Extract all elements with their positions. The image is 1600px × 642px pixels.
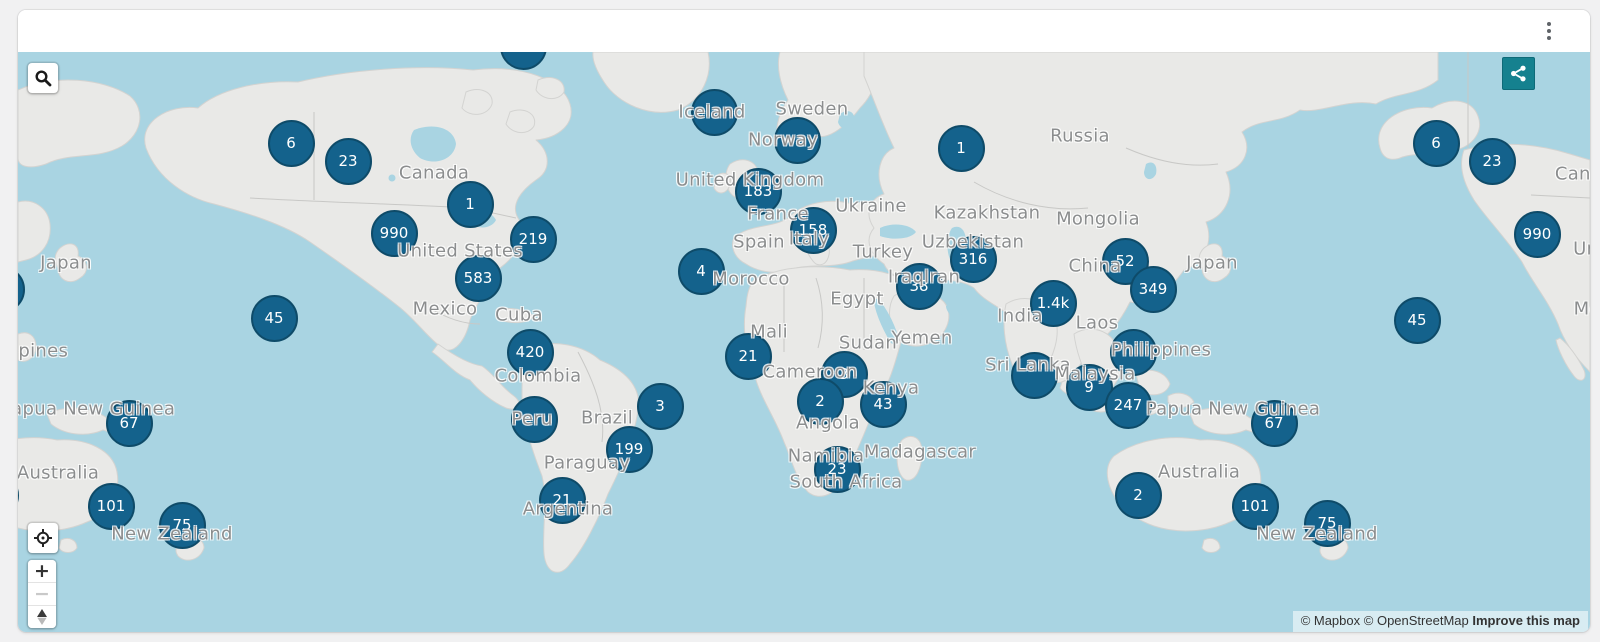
cluster-marker[interactable]: 75 bbox=[1304, 500, 1351, 547]
cluster-marker[interactable]: 4 bbox=[678, 248, 725, 295]
attribution-link-improve[interactable]: Improve this map bbox=[1472, 613, 1580, 628]
cluster-marker[interactable]: 21 bbox=[539, 477, 586, 524]
cluster-marker[interactable]: 45 bbox=[1394, 297, 1441, 344]
share-button[interactable] bbox=[1502, 57, 1535, 90]
cluster-marker[interactable]: 6 bbox=[268, 120, 315, 167]
cluster-marker[interactable]: 6 bbox=[1413, 120, 1460, 167]
cluster-marker[interactable]: 349 bbox=[1130, 266, 1177, 313]
geolocate-button[interactable] bbox=[28, 523, 58, 553]
compass-button[interactable] bbox=[28, 605, 56, 628]
card-header bbox=[18, 10, 1590, 52]
cluster-marker[interactable]: 316 bbox=[950, 236, 997, 283]
share-icon bbox=[1510, 65, 1527, 82]
cluster-marker[interactable]: 67 bbox=[1251, 400, 1298, 447]
cluster-marker[interactable]: 23 bbox=[814, 446, 861, 493]
map-canvas[interactable]: 62399012195834518315841316381.4k52349924… bbox=[18, 52, 1590, 632]
cluster-marker[interactable]: 990 bbox=[371, 210, 418, 257]
cluster-marker[interactable]: 1 bbox=[447, 181, 494, 228]
kebab-menu-button[interactable] bbox=[1538, 18, 1560, 44]
cluster-marker[interactable]: 21 bbox=[725, 333, 772, 380]
cluster-marker[interactable]: 38 bbox=[896, 263, 943, 310]
cluster-marker[interactable]: 583 bbox=[455, 255, 502, 302]
cluster-marker[interactable]: 199 bbox=[606, 426, 653, 473]
cluster-marker[interactable]: 1 bbox=[938, 125, 985, 172]
cluster-marker[interactable] bbox=[1110, 329, 1157, 376]
zoom-out-button[interactable]: − bbox=[28, 582, 56, 605]
cluster-marker[interactable] bbox=[691, 89, 738, 136]
search-button[interactable] bbox=[28, 63, 58, 93]
cluster-marker[interactable]: 420 bbox=[507, 329, 554, 376]
compass-icon bbox=[35, 609, 49, 625]
cluster-marker[interactable]: 990 bbox=[1514, 211, 1561, 258]
cluster-marker[interactable] bbox=[511, 396, 558, 443]
cluster-marker[interactable]: 23 bbox=[1469, 138, 1516, 185]
cluster-marker[interactable]: 2 bbox=[797, 378, 844, 425]
cluster-marker[interactable]: 67 bbox=[106, 400, 153, 447]
cluster-marker[interactable]: 2 bbox=[1115, 472, 1162, 519]
zoom-control: + − bbox=[28, 560, 56, 628]
cluster-marker[interactable] bbox=[774, 117, 821, 164]
cluster-marker[interactable]: 183 bbox=[735, 168, 782, 215]
cluster-marker[interactable]: 23 bbox=[325, 138, 372, 185]
cluster-marker[interactable] bbox=[1011, 352, 1058, 399]
attribution-link-osm[interactable]: © OpenStreetMap bbox=[1364, 613, 1469, 628]
cluster-marker[interactable]: 75 bbox=[159, 502, 206, 549]
cluster-marker[interactable]: 3 bbox=[637, 383, 684, 430]
cluster-marker[interactable]: 1.4k bbox=[1030, 280, 1077, 327]
cluster-marker[interactable]: 247 bbox=[1105, 382, 1152, 429]
map-attribution: © Mapbox © OpenStreetMap Improve this ma… bbox=[1293, 611, 1588, 632]
cluster-marker[interactable]: 101 bbox=[1232, 483, 1279, 530]
attribution-link-mapbox[interactable]: © Mapbox bbox=[1301, 613, 1360, 628]
cluster-marker[interactable]: 219 bbox=[510, 216, 557, 263]
map-widget-card: 62399012195834518315841316381.4k52349924… bbox=[18, 10, 1590, 632]
cluster-marker[interactable]: 43 bbox=[860, 381, 907, 428]
search-icon bbox=[34, 69, 52, 87]
geolocate-icon bbox=[33, 528, 53, 548]
cluster-marker[interactable]: 101 bbox=[88, 483, 135, 530]
cluster-marker[interactable]: 45 bbox=[251, 295, 298, 342]
zoom-in-button[interactable]: + bbox=[28, 560, 56, 582]
cluster-marker[interactable]: 158 bbox=[790, 207, 837, 254]
